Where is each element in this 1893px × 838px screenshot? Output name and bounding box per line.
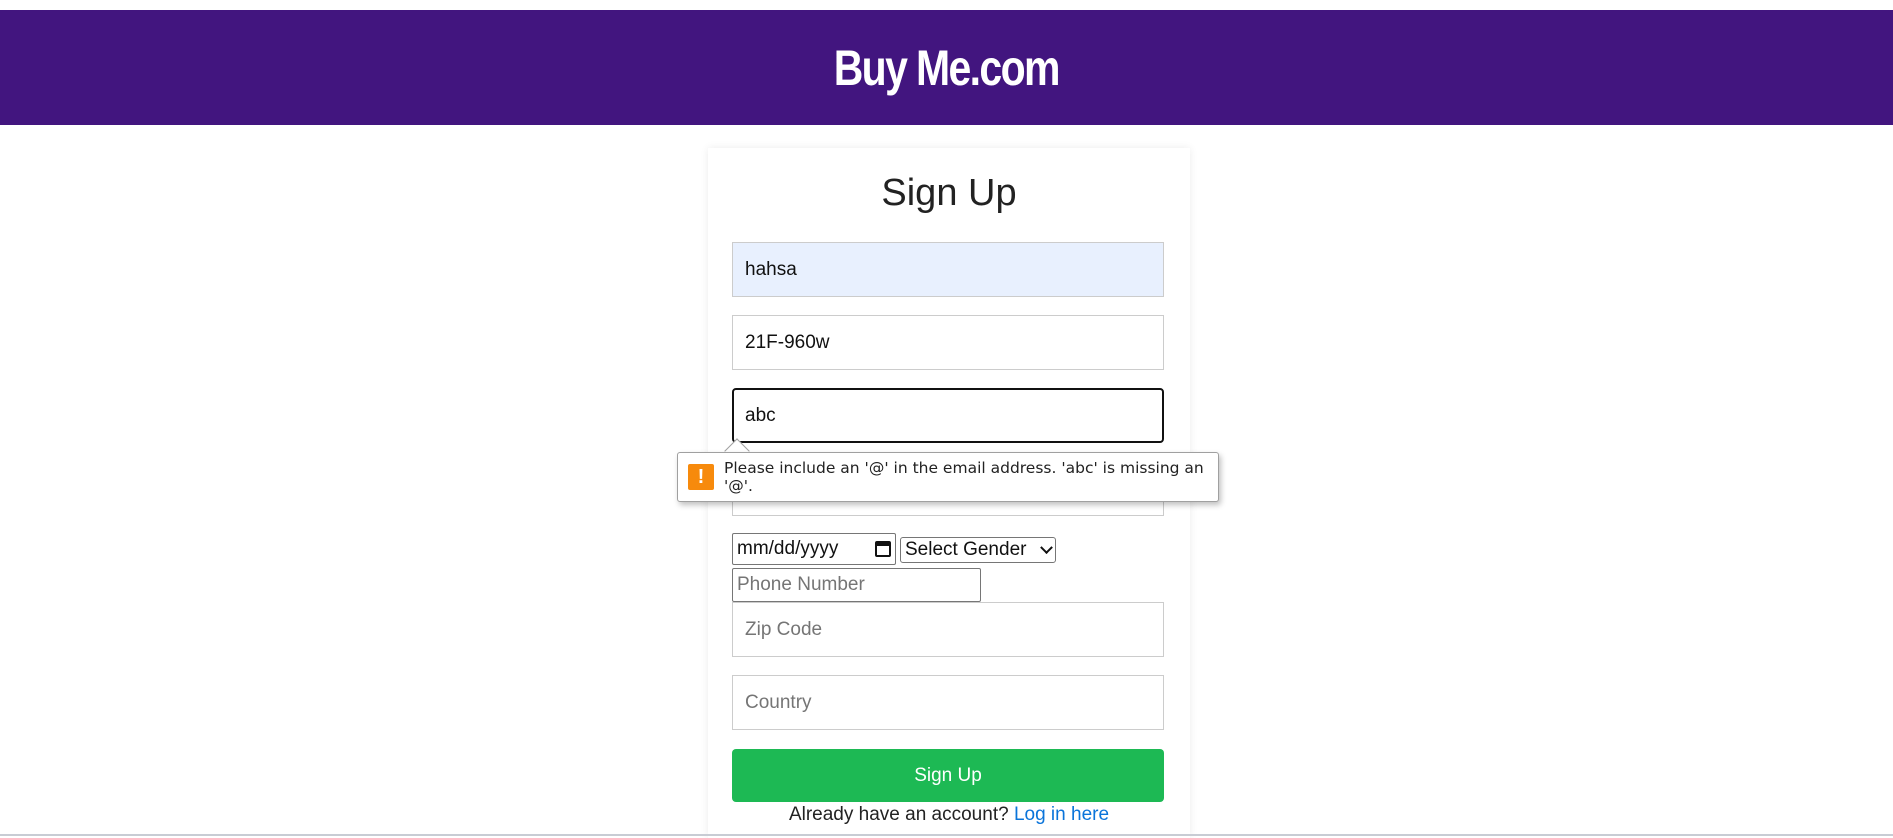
login-prompt: Already have an account? Log in here <box>708 804 1190 826</box>
login-link[interactable]: Log in here <box>1014 804 1109 825</box>
site-title: Buy Me.com <box>833 39 1061 96</box>
calendar-icon[interactable] <box>875 541 891 557</box>
validation-tooltip: ! Please include an '@' in the email add… <box>677 452 1219 502</box>
gender-selected: Select Gender <box>905 539 1027 560</box>
warning-icon: ! <box>688 464 714 490</box>
name-field[interactable] <box>732 242 1164 297</box>
site-header: Buy Me.com <box>0 10 1893 125</box>
phone-number-input[interactable] <box>732 568 981 602</box>
id-field[interactable] <box>732 315 1164 370</box>
form-title: Sign Up <box>881 172 1017 214</box>
top-strip <box>0 0 1893 10</box>
zip-code-input[interactable] <box>732 602 1164 657</box>
sign-up-button[interactable]: Sign Up <box>732 749 1164 802</box>
login-prompt-text: Already have an account? <box>788 804 1009 825</box>
bottom-divider <box>0 834 1893 836</box>
email-field[interactable] <box>732 388 1164 443</box>
gender-select[interactable]: Select Gender <box>900 537 1056 563</box>
date-placeholder: mm/dd/yyyy <box>737 538 839 559</box>
date-of-birth-input[interactable]: mm/dd/yyyy <box>732 533 896 565</box>
validation-message: Please include an '@' in the email addre… <box>724 459 1204 495</box>
country-input[interactable] <box>732 675 1164 730</box>
chevron-down-icon <box>1040 540 1053 554</box>
